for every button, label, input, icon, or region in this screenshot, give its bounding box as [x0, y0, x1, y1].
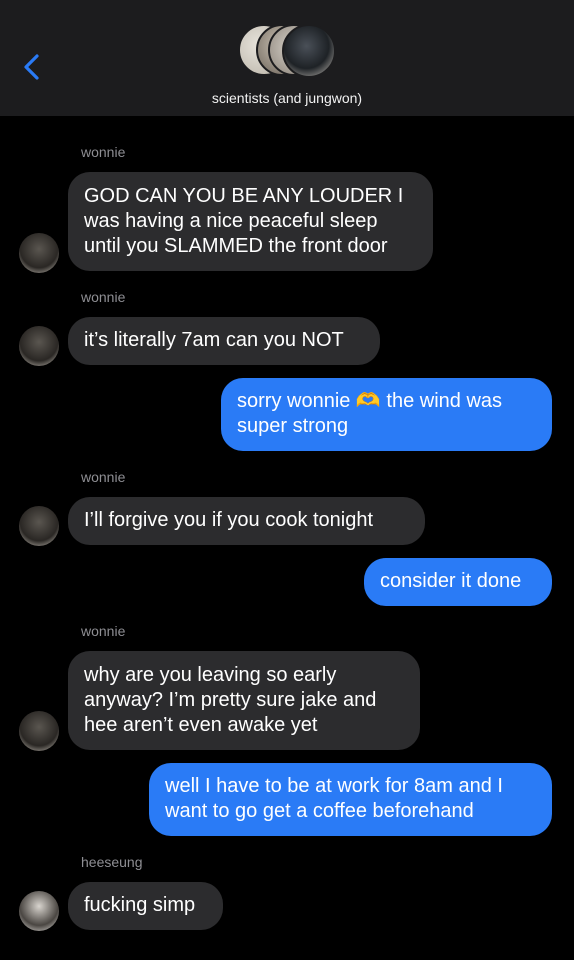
message-bubble[interactable]: why are you leaving so early anyway? I’m…: [68, 651, 420, 750]
avatar: [282, 24, 336, 78]
avatar[interactable]: [19, 506, 59, 546]
message-bubble[interactable]: consider it done: [364, 558, 552, 606]
sender-name: wonnie: [81, 289, 126, 305]
avatar[interactable]: [19, 326, 59, 366]
group-title[interactable]: scientists (and jungwon): [0, 90, 574, 106]
avatar[interactable]: [19, 891, 59, 931]
avatar[interactable]: [19, 233, 59, 273]
message-bubble[interactable]: sorry wonnie 🫶 the wind was super strong: [221, 378, 552, 451]
message-line: want to go get a coffee beforehand: [165, 800, 474, 822]
message-line: super strong: [237, 415, 349, 437]
message-line: anyway? I’m pretty sure jake and: [84, 689, 377, 711]
message-line: hee aren’t even awake yet: [84, 714, 318, 736]
sender-name: wonnie: [81, 469, 126, 485]
message-line: I’ll forgive you if you cook tonight: [84, 509, 374, 531]
sender-name: wonnie: [81, 144, 126, 160]
message-bubble[interactable]: GOD CAN YOU BE ANY LOUDER I was having a…: [68, 172, 433, 271]
message-line: why are you leaving so early: [84, 664, 337, 686]
message-bubble[interactable]: well I have to be at work for 8am and I …: [149, 763, 552, 836]
message-line: GOD CAN YOU BE ANY LOUDER I: [84, 185, 404, 207]
message-bubble[interactable]: I’ll forgive you if you cook tonight: [68, 497, 425, 545]
message-bubble[interactable]: it’s literally 7am can you NOT: [68, 317, 380, 365]
group-avatars[interactable]: [238, 24, 336, 80]
message-line: well I have to be at work for 8am and I: [165, 775, 503, 797]
chat-header: scientists (and jungwon): [0, 0, 574, 116]
message-line: it’s literally 7am can you NOT: [84, 329, 344, 351]
sender-name: wonnie: [81, 623, 126, 639]
avatar[interactable]: [19, 711, 59, 751]
message-bubble[interactable]: fucking simp: [68, 882, 223, 930]
message-line: consider it done: [380, 570, 522, 592]
sender-name: heeseung: [81, 854, 143, 870]
message-line: until you SLAMMED the front door: [84, 235, 388, 257]
message-line: sorry wonnie 🫶 the wind was: [237, 390, 503, 412]
message-line: was having a nice peaceful sleep: [84, 210, 378, 232]
message-line: fucking simp: [84, 894, 196, 916]
chevron-left-icon[interactable]: [18, 50, 48, 84]
